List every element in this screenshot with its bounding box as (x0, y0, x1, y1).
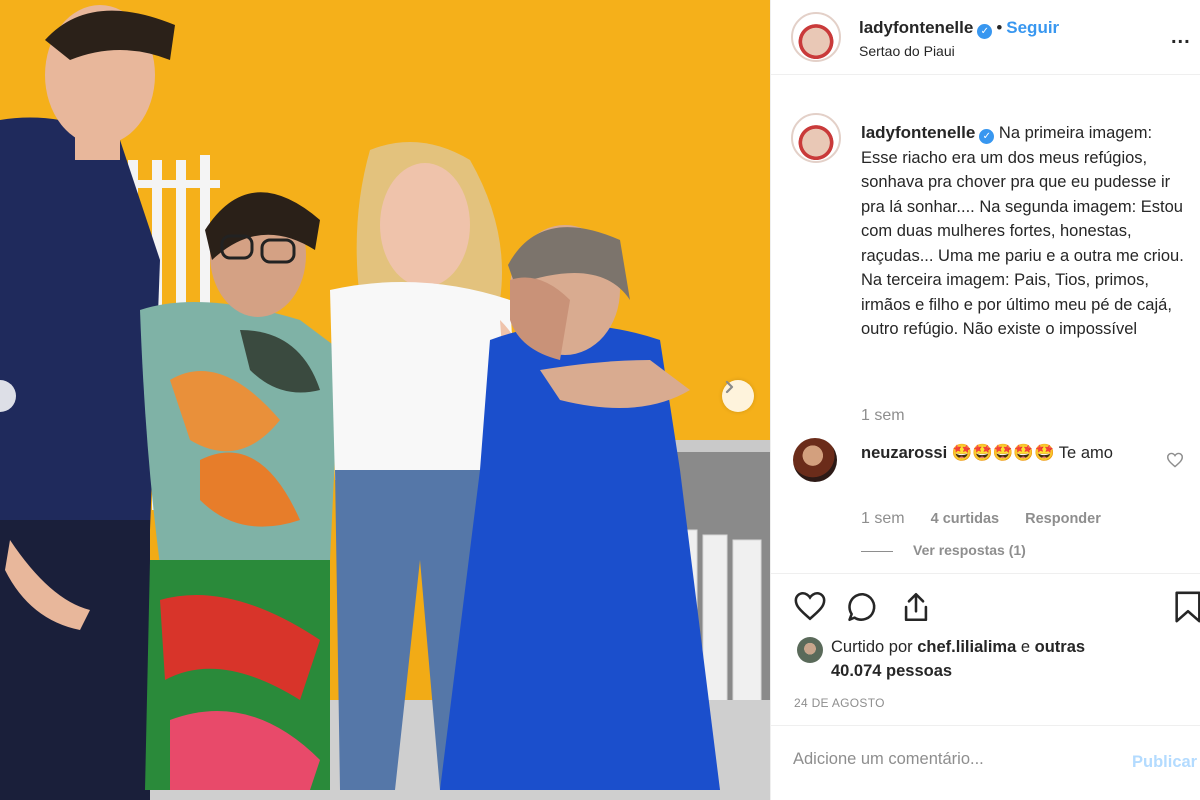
comment-input[interactable] (793, 750, 1093, 769)
caption-author-avatar[interactable] (791, 113, 841, 163)
follow-button[interactable]: Seguir (1006, 18, 1059, 37)
action-bar (771, 573, 1200, 643)
comment-meta: 1 sem 4 curtidas Responder (861, 510, 1123, 528)
comment-body: 🤩🤩🤩🤩🤩 Te amo (951, 444, 1113, 462)
separator-dot: • (996, 18, 1003, 37)
heart-icon[interactable] (793, 590, 827, 622)
post-location[interactable]: Sertao do Piaui (859, 43, 955, 59)
view-replies-button[interactable]: Ver respostas (1) (861, 542, 1026, 558)
post-side-panel: ladyfontenelle ✓ • Seguir Sertao do Piaui .… (770, 0, 1200, 800)
comment-timestamp[interactable]: 1 sem (861, 510, 905, 527)
replies-divider (861, 550, 893, 552)
liker-avatar[interactable] (797, 637, 823, 663)
add-comment-bar: Publicar (771, 725, 1200, 800)
verified-icon: ✓ (977, 24, 993, 39)
post-photo[interactable] (0, 0, 770, 800)
photo-illustration (0, 0, 770, 800)
post-header: ladyfontenelle ✓ • Seguir Sertao do Piaui .… (771, 0, 1200, 75)
caption-body: Na primeira imagem: Esse riacho era um d… (861, 124, 1184, 338)
reply-button[interactable]: Responder (1025, 511, 1101, 527)
author-username[interactable]: ladyfontenelle (859, 18, 973, 37)
comment-like-heart-icon[interactable] (1166, 452, 1184, 468)
more-options-button[interactable]: ... (1171, 26, 1191, 49)
chevron-right-icon (725, 380, 734, 394)
publish-button[interactable]: Publicar (1132, 753, 1197, 772)
caption-username[interactable]: ladyfontenelle (861, 123, 975, 142)
liker-username[interactable]: chef.lilialima (917, 638, 1016, 656)
caption-timestamp[interactable]: 1 sem (861, 407, 905, 425)
liked-by-text: Curtido por chef.lilialima e outras 40.0… (831, 635, 1091, 683)
share-icon[interactable] (899, 590, 933, 624)
author-avatar[interactable] (791, 12, 841, 62)
verified-icon: ✓ (979, 129, 995, 144)
caption-text: ladyfontenelle ✓ Na primeira imagem: Esse… (861, 121, 1191, 342)
author-line: ladyfontenelle ✓ • Seguir (859, 18, 1059, 39)
carousel-next-button[interactable] (722, 380, 754, 412)
comment-icon[interactable] (846, 590, 880, 624)
commenter-username[interactable]: neuzarossi (861, 444, 947, 462)
post-date[interactable]: 24 DE AGOSTO (794, 696, 885, 710)
commenter-avatar[interactable] (793, 438, 837, 482)
view-replies-label: Ver respostas (1) (913, 542, 1026, 558)
bookmark-icon[interactable] (1173, 590, 1200, 624)
comment-text: neuzarossi 🤩🤩🤩🤩🤩 Te amo (861, 441, 1151, 465)
liked-by-and: e (1016, 638, 1035, 656)
liked-by-prefix: Curtido por (831, 638, 918, 656)
comment-likes-count[interactable]: 4 curtidas (931, 511, 1000, 527)
